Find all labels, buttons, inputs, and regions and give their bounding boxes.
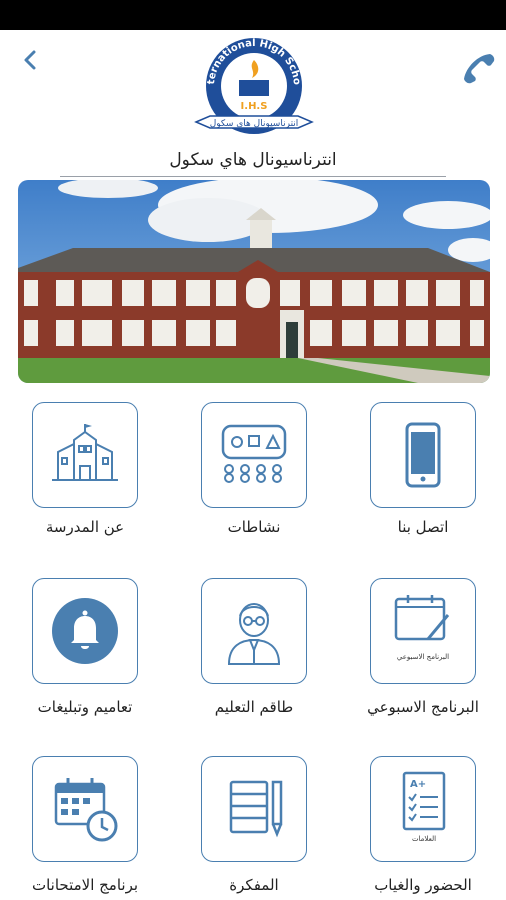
school-photo — [18, 180, 490, 383]
school-name: انترناسيونال هاي سكول — [169, 150, 337, 170]
phone-icon — [464, 54, 495, 84]
chevron-left-icon — [24, 50, 36, 70]
logo-initials: I.H.S — [241, 101, 268, 112]
notebook-icon — [229, 780, 283, 838]
call-button[interactable] — [462, 50, 498, 84]
grades-checklist-icon: A+ العلامات — [402, 771, 446, 843]
grades-icon-caption: العلامات — [412, 835, 436, 843]
weekly-schedule-icon: البرنامج الاسبوعي — [394, 595, 450, 661]
back-button[interactable] — [18, 46, 44, 76]
header-divider — [60, 176, 446, 177]
contact-us-label: اتصل بنا — [397, 518, 449, 536]
attendance-label: الحضور والغياب — [374, 876, 472, 894]
school-logo: International High School I.H.S انترناسي… — [186, 28, 318, 144]
notebook-tile[interactable] — [201, 756, 307, 862]
announcements-label: تعاميم وتبليغات — [37, 698, 133, 716]
svg-text:A+: A+ — [410, 779, 426, 790]
weekly-schedule-tile[interactable]: البرنامج الاسبوعي — [370, 578, 476, 684]
logo-ribbon-text: انترناسيونال هاي سكول — [210, 119, 299, 129]
about-school-label: عن المدرسة — [45, 518, 125, 536]
school-building-icon — [52, 424, 118, 481]
about-school-tile[interactable] — [32, 402, 138, 508]
teaching-staff-label: طاقم التعليم — [214, 698, 294, 716]
smartphone-icon — [405, 422, 441, 488]
exam-calendar-icon — [54, 778, 118, 842]
weekly-icon-caption: البرنامج الاسبوعي — [397, 653, 449, 661]
activities-tile[interactable] — [201, 402, 307, 508]
announcements-tile[interactable] — [32, 578, 138, 684]
bell-icon — [52, 598, 118, 664]
status-bar — [0, 0, 506, 30]
notebook-label: المفكرة — [229, 876, 279, 894]
exam-schedule-label: برنامج الامتحانات — [31, 876, 139, 894]
activities-label: نشاطات — [227, 518, 281, 536]
weekly-schedule-label: البرنامج الاسبوعي — [367, 698, 479, 716]
activity-board-icon — [221, 424, 287, 483]
attendance-tile[interactable]: A+ العلامات — [370, 756, 476, 862]
teacher-icon — [227, 603, 281, 665]
exam-schedule-tile[interactable] — [32, 756, 138, 862]
teaching-staff-tile[interactable] — [201, 578, 307, 684]
contact-us-tile[interactable] — [370, 402, 476, 508]
